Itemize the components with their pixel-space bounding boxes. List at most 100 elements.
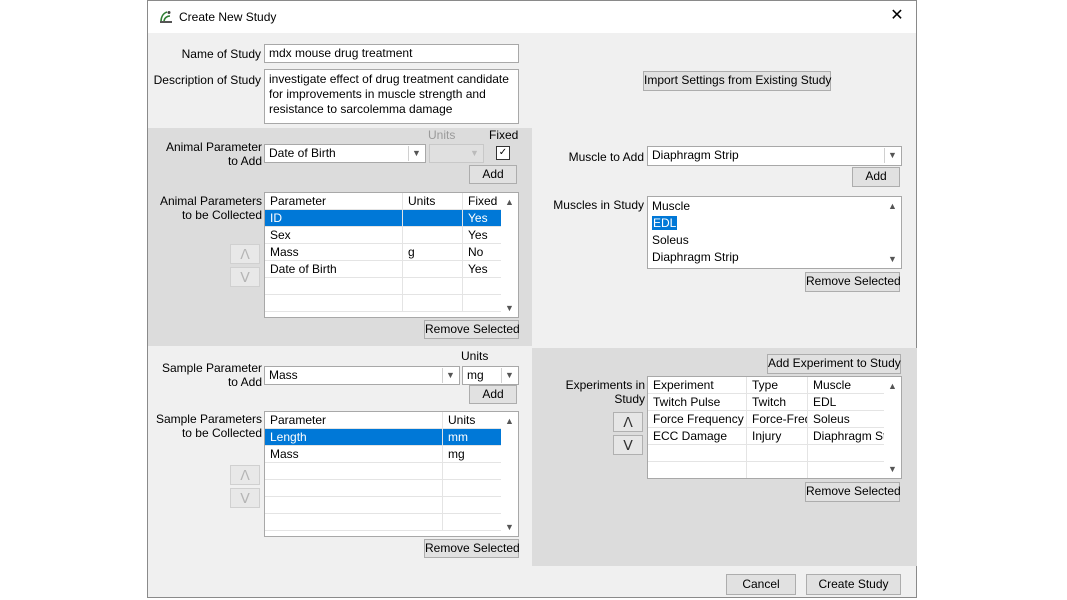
animal-param-add-label: Animal Parameter to Add [148,140,262,168]
move-down-icon[interactable]: ᐯ [230,267,260,287]
create-study-dialog: Create New Study ✕ Name of Study mdx mou… [147,0,917,598]
scroll-up-icon[interactable]: ▲ [501,414,518,428]
animal-remove-selected-button[interactable]: Remove Selected [424,320,520,339]
scroll-down-icon[interactable]: ▼ [501,520,518,534]
table-cell: Yes [463,210,503,227]
app-icon [160,11,172,23]
muscles-list-scrollbar[interactable]: ▲ ▼ [884,197,901,268]
import-settings-button[interactable]: Import Settings from Existing Study [643,71,831,91]
table-cell: g [403,244,463,261]
column-header[interactable]: Muscle [808,377,886,394]
move-down-icon[interactable]: ᐯ [613,435,643,455]
table-cell [403,261,463,278]
experiments-in-study-label: Experiments in Study [565,378,645,406]
animal-fixed-checkbox[interactable]: ✓ [496,146,510,160]
sample-units-header: Units [461,349,489,363]
muscles-list[interactable]: Muscle EDL Soleus Diaphragm Strip ▲ ▼ [647,196,902,269]
scroll-down-icon[interactable]: ▼ [884,462,901,476]
table-cell: Date of Birth [265,261,403,278]
column-header[interactable]: Parameter [265,412,443,429]
description-line: investigate effect of drug treatment can… [269,72,509,86]
sample-collected-label: Sample Parameters to be Collected [148,412,262,440]
animal-fixed-header: Fixed [489,128,519,142]
create-study-button[interactable]: Create Study [806,574,901,595]
sample-param-add-label-line: to Add [227,375,262,389]
chevron-down-icon: ▼ [466,146,482,161]
table-cell: Soleus [808,411,886,428]
table-cell: ID [265,210,403,227]
close-icon[interactable]: ✕ [885,4,909,28]
move-up-icon[interactable]: ᐱ [230,465,260,485]
study-description-label: Description of Study [153,73,261,87]
sample-remove-selected-button[interactable]: Remove Selected [424,539,520,558]
sample-add-button[interactable]: Add [469,385,517,404]
column-header[interactable]: Parameter [265,193,403,210]
sample-table-scrollbar[interactable]: ▲ ▼ [501,412,518,536]
scroll-up-icon[interactable]: ▲ [884,379,901,393]
study-name-label: Name of Study [181,47,261,61]
sample-param-select[interactable]: Mass ▼ [264,366,460,385]
table-cell: Twitch Pulse [648,394,747,411]
muscles-in-study-label: Muscles in Study [553,198,644,212]
scroll-down-icon[interactable]: ▼ [884,252,901,266]
animal-param-select-value: Date of Birth [269,146,336,160]
animal-parameters-table[interactable]: Parameter Units Fixed ID Yes Sex Yes Mas… [264,192,519,318]
cancel-button[interactable]: Cancel [726,574,796,595]
title-bar: Create New Study ✕ [148,1,916,33]
scroll-up-icon[interactable]: ▲ [501,195,518,209]
column-header[interactable]: Units [443,412,503,429]
scroll-up-icon[interactable]: ▲ [884,199,901,213]
add-experiment-button[interactable]: Add Experiment to Study [767,354,901,374]
column-header[interactable]: Fixed [463,193,503,210]
muscle-remove-selected-button[interactable]: Remove Selected [805,272,901,292]
chevron-down-icon: ▼ [884,148,900,163]
chevron-down-icon: ▼ [501,368,517,383]
animal-param-select[interactable]: Date of Birth ▼ [264,144,426,163]
table-cell: Length [265,429,443,446]
animal-units-select: ▼ [429,144,484,163]
experiments-table[interactable]: Experiment Type Muscle Twitch Pulse Twit… [647,376,902,479]
animal-units-header: Units [428,128,456,142]
sample-param-add-label-line: Sample Parameter [161,361,262,375]
list-item[interactable]: Muscle [652,198,690,215]
table-cell: Yes [463,227,503,244]
sample-units-select[interactable]: mg ▼ [462,366,519,385]
table-cell: Diaphragm St [808,428,886,445]
move-up-icon[interactable]: ᐱ [230,244,260,264]
description-line: for improvements in muscle strength and [269,87,486,101]
muscle-add-button[interactable]: Add [852,167,900,187]
window-title: Create New Study [179,10,277,24]
table-cell: Twitch [747,394,808,411]
scroll-down-icon[interactable]: ▼ [501,301,518,315]
animal-parameters-panel: Units Fixed Animal Parameter to Add Date… [148,128,532,346]
list-item[interactable]: Diaphragm Strip [652,249,739,266]
animal-collected-label-line: to be Collected [181,208,262,222]
list-item[interactable]: EDL [652,215,678,232]
table-cell: Force Frequency [648,411,747,428]
experiments-remove-selected-button[interactable]: Remove Selected [805,482,901,502]
muscle-select[interactable]: Diaphragm Strip ▼ [647,146,902,166]
study-name-input[interactable]: mdx mouse drug treatment [264,44,519,63]
move-down-icon[interactable]: ᐯ [230,488,260,508]
experiments-panel: Add Experiment to Study Experiments in S… [532,348,917,566]
sample-param-add-label: Sample Parameter to Add [148,361,262,389]
table-cell: mm [443,429,503,446]
sample-parameters-table[interactable]: Parameter Units Length mm Mass mg ▲ ▼ [264,411,519,537]
animal-collected-label: Animal Parameters to be Collected [148,194,262,222]
animal-table-scrollbar[interactable]: ▲ ▼ [501,193,518,317]
description-line: resistance to sarcolemma damage [269,102,453,116]
animal-param-add-label-line: Animal Parameter [165,140,262,154]
animal-collected-label-line: Animal Parameters [159,194,262,208]
column-header[interactable]: Experiment [648,377,747,394]
animal-add-button[interactable]: Add [469,165,517,184]
list-item[interactable]: Soleus [652,232,689,249]
experiments-table-scrollbar[interactable]: ▲ ▼ [884,377,901,478]
move-up-icon[interactable]: ᐱ [613,412,643,432]
chevron-down-icon: ▼ [442,368,458,383]
column-header[interactable]: Type [747,377,808,394]
column-header[interactable]: Units [403,193,463,210]
table-cell: Mass [265,244,403,261]
study-description-input[interactable]: investigate effect of drug treatment can… [264,69,519,124]
table-cell: Sex [265,227,403,244]
muscle-select-value: Diaphragm Strip [652,148,739,162]
